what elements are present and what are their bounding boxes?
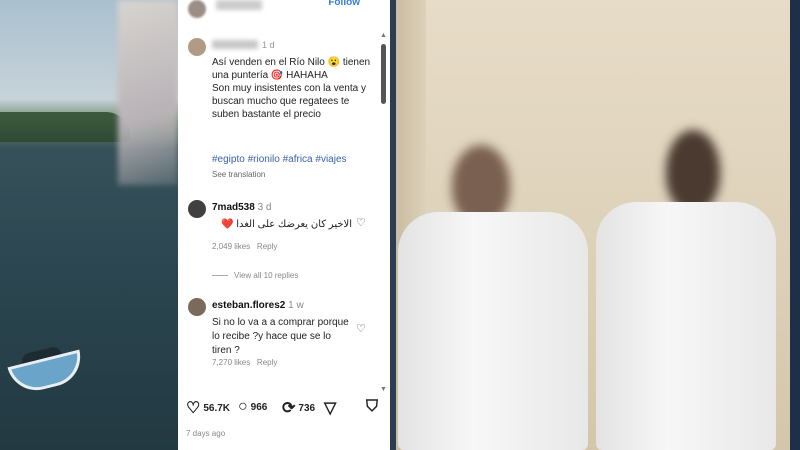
view-replies-link[interactable]: View all 10 replies [234,271,298,280]
post-date: 7 days ago [186,429,226,438]
action-bar: ♡ 56.7K ○ 966 ⟳ 736 ▽ ⛉ [186,398,386,420]
post-caption: Así venden en el Río Nilo 😮 tienen una p… [212,57,371,120]
comment-reply-button[interactable]: Reply [257,242,277,251]
white-robe [596,202,776,450]
replies-divider [212,275,228,276]
comments-panel: Follow 1 d Así venden en el Río Nilo 😮 t… [178,0,390,450]
river-photo [0,0,178,450]
comment-action[interactable]: ○ 966 [238,398,267,416]
comment-text: Si no lo va a a comprar porque lo recibe… [212,317,349,356]
blurred-face [666,130,720,212]
comment-avatar[interactable] [188,298,206,316]
send-action[interactable]: ▽ [324,398,336,418]
comment-meta: 7,270 likes Reply [212,358,277,367]
scrollbar[interactable]: ▲ ▼ [380,32,387,393]
caption-author-blurred [212,40,258,49]
comment-likes[interactable]: 2,049 likes [212,242,250,251]
caption-time: 1 d [262,40,275,50]
poster-avatar[interactable] [188,0,206,18]
edge-bar [790,0,800,450]
blurred-overlay [118,0,178,185]
comment-author[interactable]: 7mad538 3 d [212,202,272,213]
comment-like-icon[interactable]: ♡ [356,216,366,229]
comment-likes[interactable]: 7,270 likes [212,358,250,367]
comment-like-icon[interactable]: ♡ [356,322,366,335]
bookmark-icon[interactable]: ⛉ [366,398,378,416]
comment-reply-button[interactable]: Reply [257,358,277,367]
caption-avatar[interactable] [188,38,206,56]
scroll-up-icon[interactable]: ▲ [380,32,387,39]
repost-action[interactable]: ⟳ 736 [282,398,315,418]
reposts-count: 736 [298,402,316,414]
comment-time: 1 w [288,300,304,311]
see-translation-link[interactable]: See translation [212,170,265,179]
comments-count: 966 [250,401,268,413]
likes-count: 56.7K [203,402,231,414]
save-action[interactable]: ⛉ [366,398,378,416]
comment-author[interactable]: esteban.flores2 1 w [212,300,304,311]
repost-icon[interactable]: ⟳ [282,398,295,418]
comment-author-name: esteban.flores2 [212,300,286,311]
comment-icon[interactable]: ○ [238,398,248,416]
comment-text: الاخير كان يعرضك على الغدا ❤️ [220,219,352,230]
comment-meta: 2,049 likes Reply [212,242,277,251]
river-bank [0,112,130,142]
heart-icon[interactable]: ♡ [186,398,200,418]
men-photo [396,0,790,450]
follow-button[interactable]: Follow [328,0,360,8]
send-icon[interactable]: ▽ [324,398,336,418]
comment-avatar[interactable] [188,200,206,218]
blurred-username [216,0,262,10]
comment-time: 3 d [257,202,272,213]
comment-author-name: 7mad538 [212,202,255,213]
like-action[interactable]: ♡ 56.7K [186,398,230,418]
scroll-down-icon[interactable]: ▼ [380,386,387,393]
scrollbar-thumb[interactable] [381,44,386,104]
white-robe [398,212,588,450]
boat [7,349,87,397]
hashtags[interactable]: #egipto #rionilo #africa #viajes [212,154,347,165]
